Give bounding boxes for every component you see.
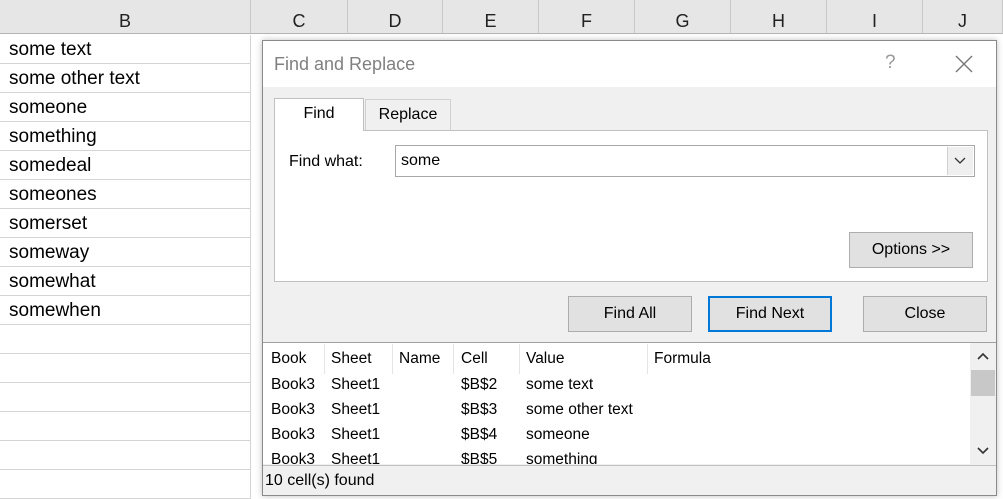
result-value: something <box>526 451 598 464</box>
cell-b17[interactable] <box>0 470 251 499</box>
chevron-up-icon[interactable] <box>970 343 996 369</box>
cell-b12[interactable] <box>0 325 251 354</box>
cell-b9[interactable]: someway <box>0 238 251 267</box>
chevron-down-icon[interactable] <box>970 438 996 464</box>
result-cell: $B$2 <box>461 376 498 393</box>
result-value: someone <box>526 426 590 443</box>
find-replace-dialog: Find and Replace ? Find Replace Find wha… <box>262 40 997 496</box>
column-header-i[interactable]: I <box>827 0 923 34</box>
result-cell: $B$5 <box>461 451 498 464</box>
result-sheet: Sheet1 <box>331 376 381 393</box>
result-sheet: Sheet1 <box>331 401 381 418</box>
cell-b2[interactable]: some text <box>0 35 251 64</box>
result-book: Book3 <box>271 451 315 464</box>
help-button[interactable]: ? <box>885 52 896 74</box>
column-header-c[interactable]: C <box>251 0 348 34</box>
scrollbar-thumb[interactable] <box>971 370 995 396</box>
column-header-h[interactable]: H <box>731 0 827 34</box>
chevron-down-icon <box>954 157 966 164</box>
results-header-sheet[interactable]: Sheet <box>331 350 372 368</box>
column-separator[interactable] <box>453 344 454 374</box>
results-header-cell[interactable]: Cell <box>461 350 488 368</box>
column-header-f[interactable]: F <box>539 0 635 34</box>
dialog-title: Find and Replace <box>274 54 416 74</box>
result-book: Book3 <box>271 376 315 393</box>
tab-replace-label: Replace <box>378 106 438 123</box>
result-book: Book3 <box>271 426 315 443</box>
find-next-button[interactable]: Find Next <box>708 296 832 332</box>
column-header-d[interactable]: D <box>348 0 443 34</box>
column-header-g[interactable]: G <box>635 0 731 34</box>
cell-b3[interactable]: some other text <box>0 64 251 93</box>
results-header-value[interactable]: Value <box>526 350 565 368</box>
cell-b14[interactable] <box>0 383 251 412</box>
result-value: some other text <box>526 401 633 418</box>
find-what-label: Find what: <box>289 153 363 170</box>
tab-find-label: Find <box>303 105 335 122</box>
results-scrollbar[interactable] <box>970 343 996 464</box>
options-button[interactable]: Options >> <box>849 232 973 268</box>
find-what-value: some <box>401 152 441 169</box>
results-list[interactable]: Book Sheet Name Cell Value Formula Book3… <box>263 342 996 464</box>
column-header-j[interactable]: J <box>923 0 1003 34</box>
column-separator[interactable] <box>392 344 393 374</box>
result-sheet: Sheet1 <box>331 426 381 443</box>
status-bar: 10 cell(s) found <box>263 465 996 495</box>
cell-b6[interactable]: somedeal <box>0 151 251 180</box>
result-cell: $B$3 <box>461 401 498 418</box>
find-what-input[interactable]: some <box>395 145 975 177</box>
tab-replace[interactable]: Replace <box>365 99 451 131</box>
results-header-formula[interactable]: Formula <box>654 350 711 368</box>
column-header-e[interactable]: E <box>443 0 539 34</box>
find-panel: Find what: some Options >> <box>274 130 988 282</box>
cell-b15[interactable] <box>0 412 251 441</box>
column-separator[interactable] <box>647 344 648 374</box>
result-cell: $B$4 <box>461 426 498 443</box>
results-header-name[interactable]: Name <box>399 350 440 368</box>
cell-b11[interactable]: somewhen <box>0 296 251 325</box>
find-history-dropdown[interactable] <box>947 147 973 175</box>
cell-b13[interactable] <box>0 354 251 383</box>
result-value: some text <box>526 376 594 393</box>
cell-b10[interactable]: somewhat <box>0 267 251 296</box>
cell-b4[interactable]: someone <box>0 93 251 122</box>
tab-find[interactable]: Find <box>274 98 364 131</box>
find-all-button[interactable]: Find All <box>568 296 692 332</box>
result-sheet: Sheet1 <box>331 451 381 464</box>
cell-b16[interactable] <box>0 441 251 470</box>
cell-b7[interactable]: someones <box>0 180 251 209</box>
result-book: Book3 <box>271 401 315 418</box>
close-button[interactable]: Close <box>863 296 987 332</box>
column-separator[interactable] <box>519 344 520 374</box>
results-header-book[interactable]: Book <box>271 350 306 368</box>
column-header-b[interactable]: B <box>0 0 251 34</box>
close-icon[interactable] <box>953 53 975 75</box>
dialog-titlebar[interactable]: Find and Replace ? <box>263 41 996 87</box>
column-separator[interactable] <box>324 344 325 374</box>
cell-b5[interactable]: something <box>0 122 251 151</box>
cell-b8[interactable]: somerset <box>0 209 251 238</box>
